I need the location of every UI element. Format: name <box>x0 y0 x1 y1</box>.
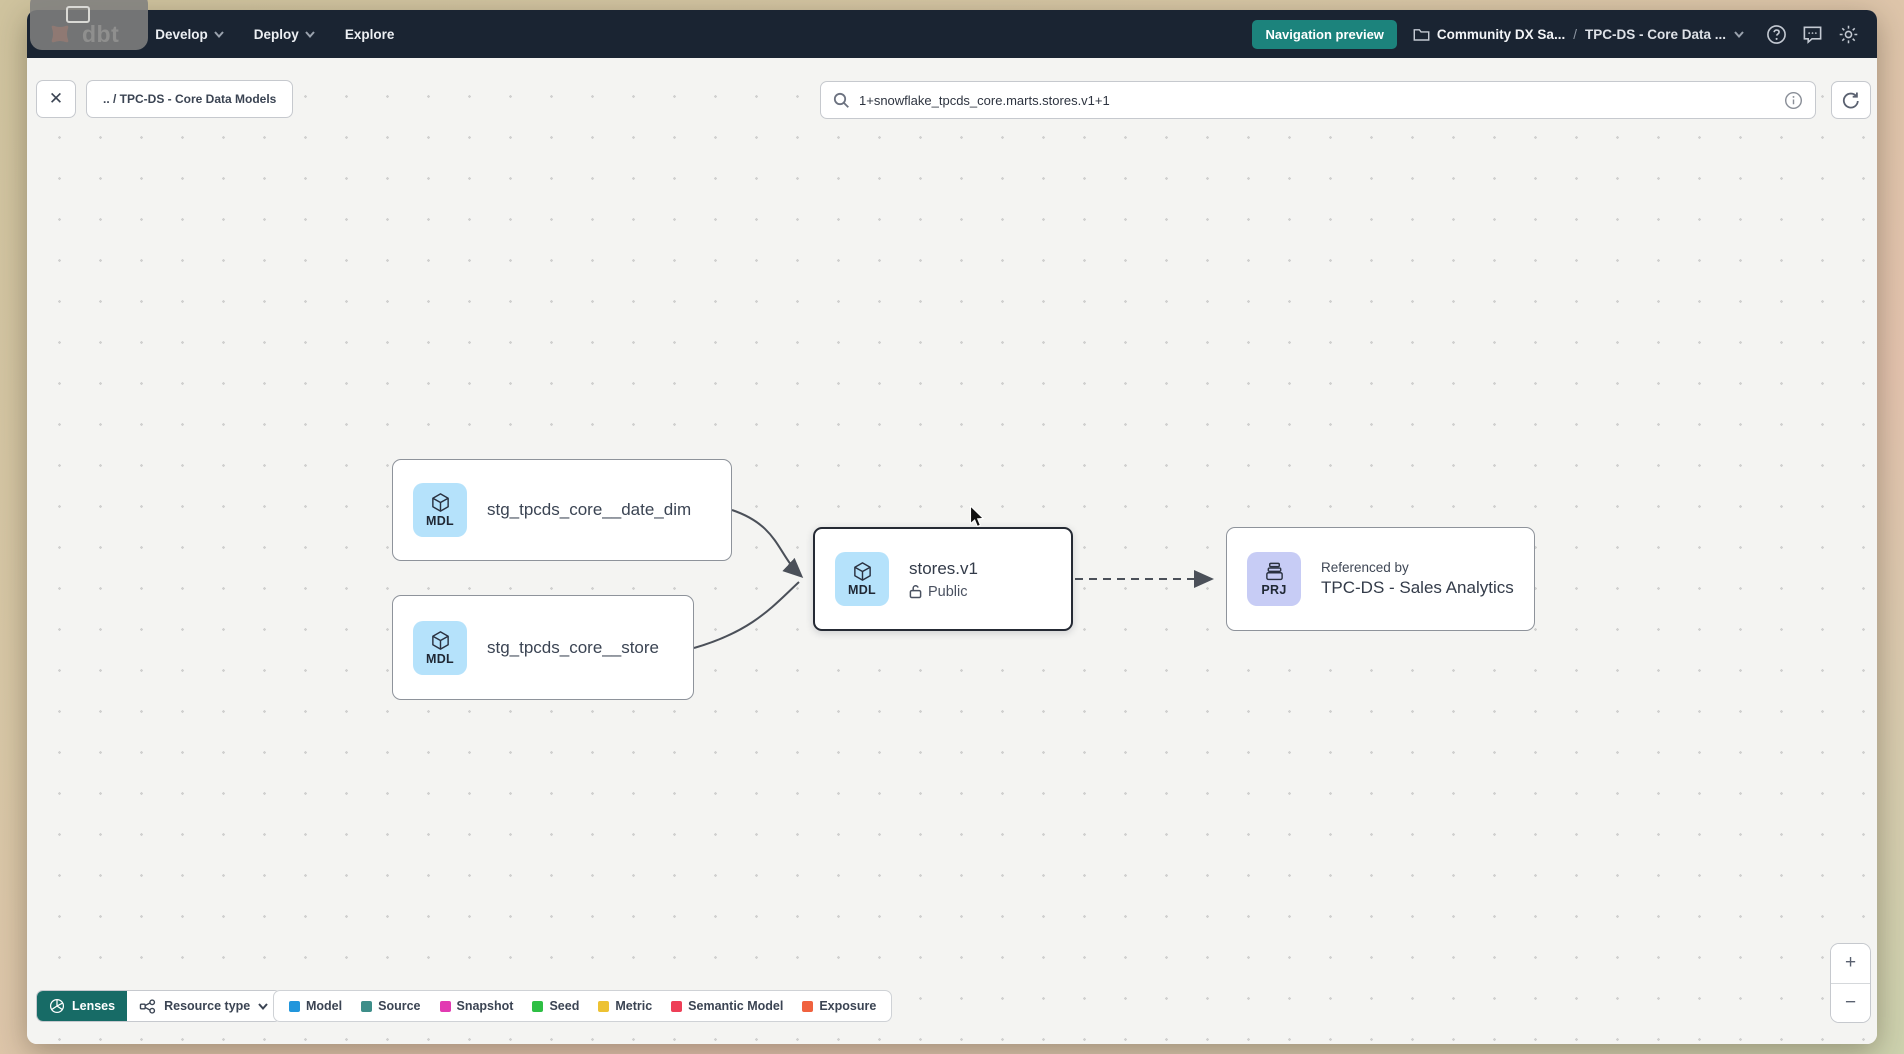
chevron-down-icon <box>214 31 224 38</box>
zoom-in-button[interactable]: + <box>1831 944 1870 983</box>
project-badge: PRJ <box>1247 552 1301 606</box>
resource-type-icon <box>139 999 156 1014</box>
breadcrumb-separator: / <box>1573 27 1577 42</box>
legend-swatch <box>671 1001 682 1012</box>
edge-store-stores <box>694 582 799 648</box>
capture-window-icon <box>66 6 90 23</box>
legend-swatch <box>802 1001 813 1012</box>
node-text: stores.v1 Public <box>909 559 978 600</box>
search-input[interactable] <box>859 93 1775 108</box>
lenses-icon <box>49 998 65 1014</box>
gear-icon[interactable] <box>1838 24 1859 45</box>
app-window: dbt Develop Deploy Explore Navigation pr… <box>27 10 1877 1044</box>
zoom-controls: + − <box>1830 943 1871 1023</box>
search-icon <box>833 92 850 109</box>
top-nav-bar: dbt Develop Deploy Explore Navigation pr… <box>27 10 1877 58</box>
model-badge: MDL <box>835 552 889 606</box>
resource-legend: Model Source Snapshot Seed Metric Semant… <box>273 990 892 1022</box>
node-stores-v1[interactable]: MDL stores.v1 Public <box>813 527 1073 631</box>
legend-swatch <box>532 1001 543 1012</box>
node-referenced-by-sales-analytics[interactable]: PRJ Referenced by TPC-DS - Sales Analyti… <box>1226 527 1535 631</box>
legend-snapshot: Snapshot <box>440 999 514 1013</box>
breadcrumb-account[interactable]: Community DX Sa... <box>1413 26 1565 43</box>
info-icon[interactable] <box>1784 91 1803 110</box>
breadcrumb: Community DX Sa... / TPC-DS - Core Data … <box>1413 26 1744 43</box>
lenses-button[interactable]: Lenses <box>37 991 127 1021</box>
close-button[interactable]: ✕ <box>36 80 76 118</box>
chevron-down-icon[interactable] <box>1734 31 1744 38</box>
lineage-search <box>820 81 1816 119</box>
help-icon[interactable] <box>1766 24 1787 45</box>
cube-icon <box>852 561 873 582</box>
legend-swatch <box>598 1001 609 1012</box>
mouse-cursor <box>968 506 986 528</box>
nav-deploy[interactable]: Deploy <box>254 27 315 42</box>
edge-datedim-stores <box>732 510 801 576</box>
stack-icon <box>1264 561 1285 582</box>
refresh-button[interactable] <box>1831 81 1871 119</box>
lineage-canvas[interactable]: ✕ .. / TPC-DS - Core Data Models <box>27 58 1877 1044</box>
cube-icon <box>430 492 451 513</box>
lineage-breadcrumb-chip[interactable]: .. / TPC-DS - Core Data Models <box>86 80 293 118</box>
nav-explore[interactable]: Explore <box>345 27 395 42</box>
breadcrumb-project[interactable]: TPC-DS - Core Data ... <box>1585 27 1726 42</box>
node-stg-tpcds-core-store[interactable]: MDL stg_tpcds_core__store <box>392 595 694 700</box>
zoom-out-button[interactable]: − <box>1831 984 1870 1023</box>
legend-source: Source <box>361 999 420 1013</box>
cube-icon <box>430 630 451 651</box>
legend-seed: Seed <box>532 999 579 1013</box>
topbar-icons <box>1766 24 1859 45</box>
model-badge: MDL <box>413 483 467 537</box>
navigation-preview-badge[interactable]: Navigation preview <box>1252 20 1396 49</box>
legend-swatch <box>361 1001 372 1012</box>
node-text: Referenced by TPC-DS - Sales Analytics <box>1321 560 1514 598</box>
chevron-down-icon <box>305 31 315 38</box>
legend-swatch <box>289 1001 300 1012</box>
legend-exposure: Exposure <box>802 999 876 1013</box>
resource-type-dropdown[interactable]: Resource type <box>127 991 280 1021</box>
topbar-right-cluster: Navigation preview Community DX Sa... / … <box>1252 20 1859 49</box>
feedback-icon[interactable] <box>1802 24 1823 45</box>
nav-develop[interactable]: Develop <box>155 27 224 42</box>
legend-model: Model <box>289 999 342 1013</box>
folder-icon <box>1413 26 1430 43</box>
legend-metric: Metric <box>598 999 652 1013</box>
legend-semantic-model: Semantic Model <box>671 999 783 1013</box>
unlock-icon <box>909 584 922 599</box>
chevron-down-icon <box>258 1003 268 1010</box>
model-badge: MDL <box>413 621 467 675</box>
legend-swatch <box>440 1001 451 1012</box>
capture-toolbar-fragment <box>30 0 148 50</box>
view-controls: Lenses Resource type <box>36 990 281 1022</box>
node-stg-tpcds-core-date-dim[interactable]: MDL stg_tpcds_core__date_dim <box>392 459 732 561</box>
primary-nav: Develop Deploy Explore <box>155 27 394 42</box>
refresh-icon <box>1841 90 1861 110</box>
visibility-row: Public <box>909 584 978 600</box>
